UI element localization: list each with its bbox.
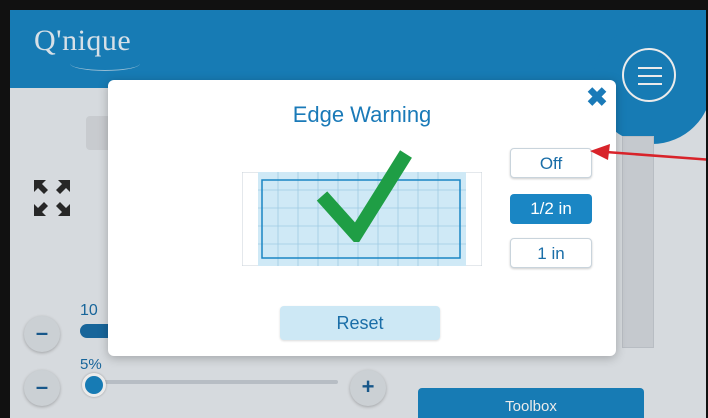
- app-window: Q'nique – 10 – 5% + Toolbox Edge Warning…: [10, 10, 706, 418]
- option-half-inch-button[interactable]: 1/2 in: [510, 194, 592, 224]
- annotation-arrow-icon: [590, 144, 706, 161]
- reset-button[interactable]: Reset: [280, 306, 440, 340]
- option-one-inch-button[interactable]: 1 in: [510, 238, 592, 268]
- checkmark-icon: [316, 150, 412, 242]
- dialog-title: Edge Warning: [292, 102, 432, 127]
- close-icon[interactable]: ✖: [586, 84, 608, 110]
- option-off-button[interactable]: Off: [510, 148, 592, 178]
- edge-warning-dialog: Edge Warning ✖ Off 1/2 in 1 in Reset: [108, 80, 616, 356]
